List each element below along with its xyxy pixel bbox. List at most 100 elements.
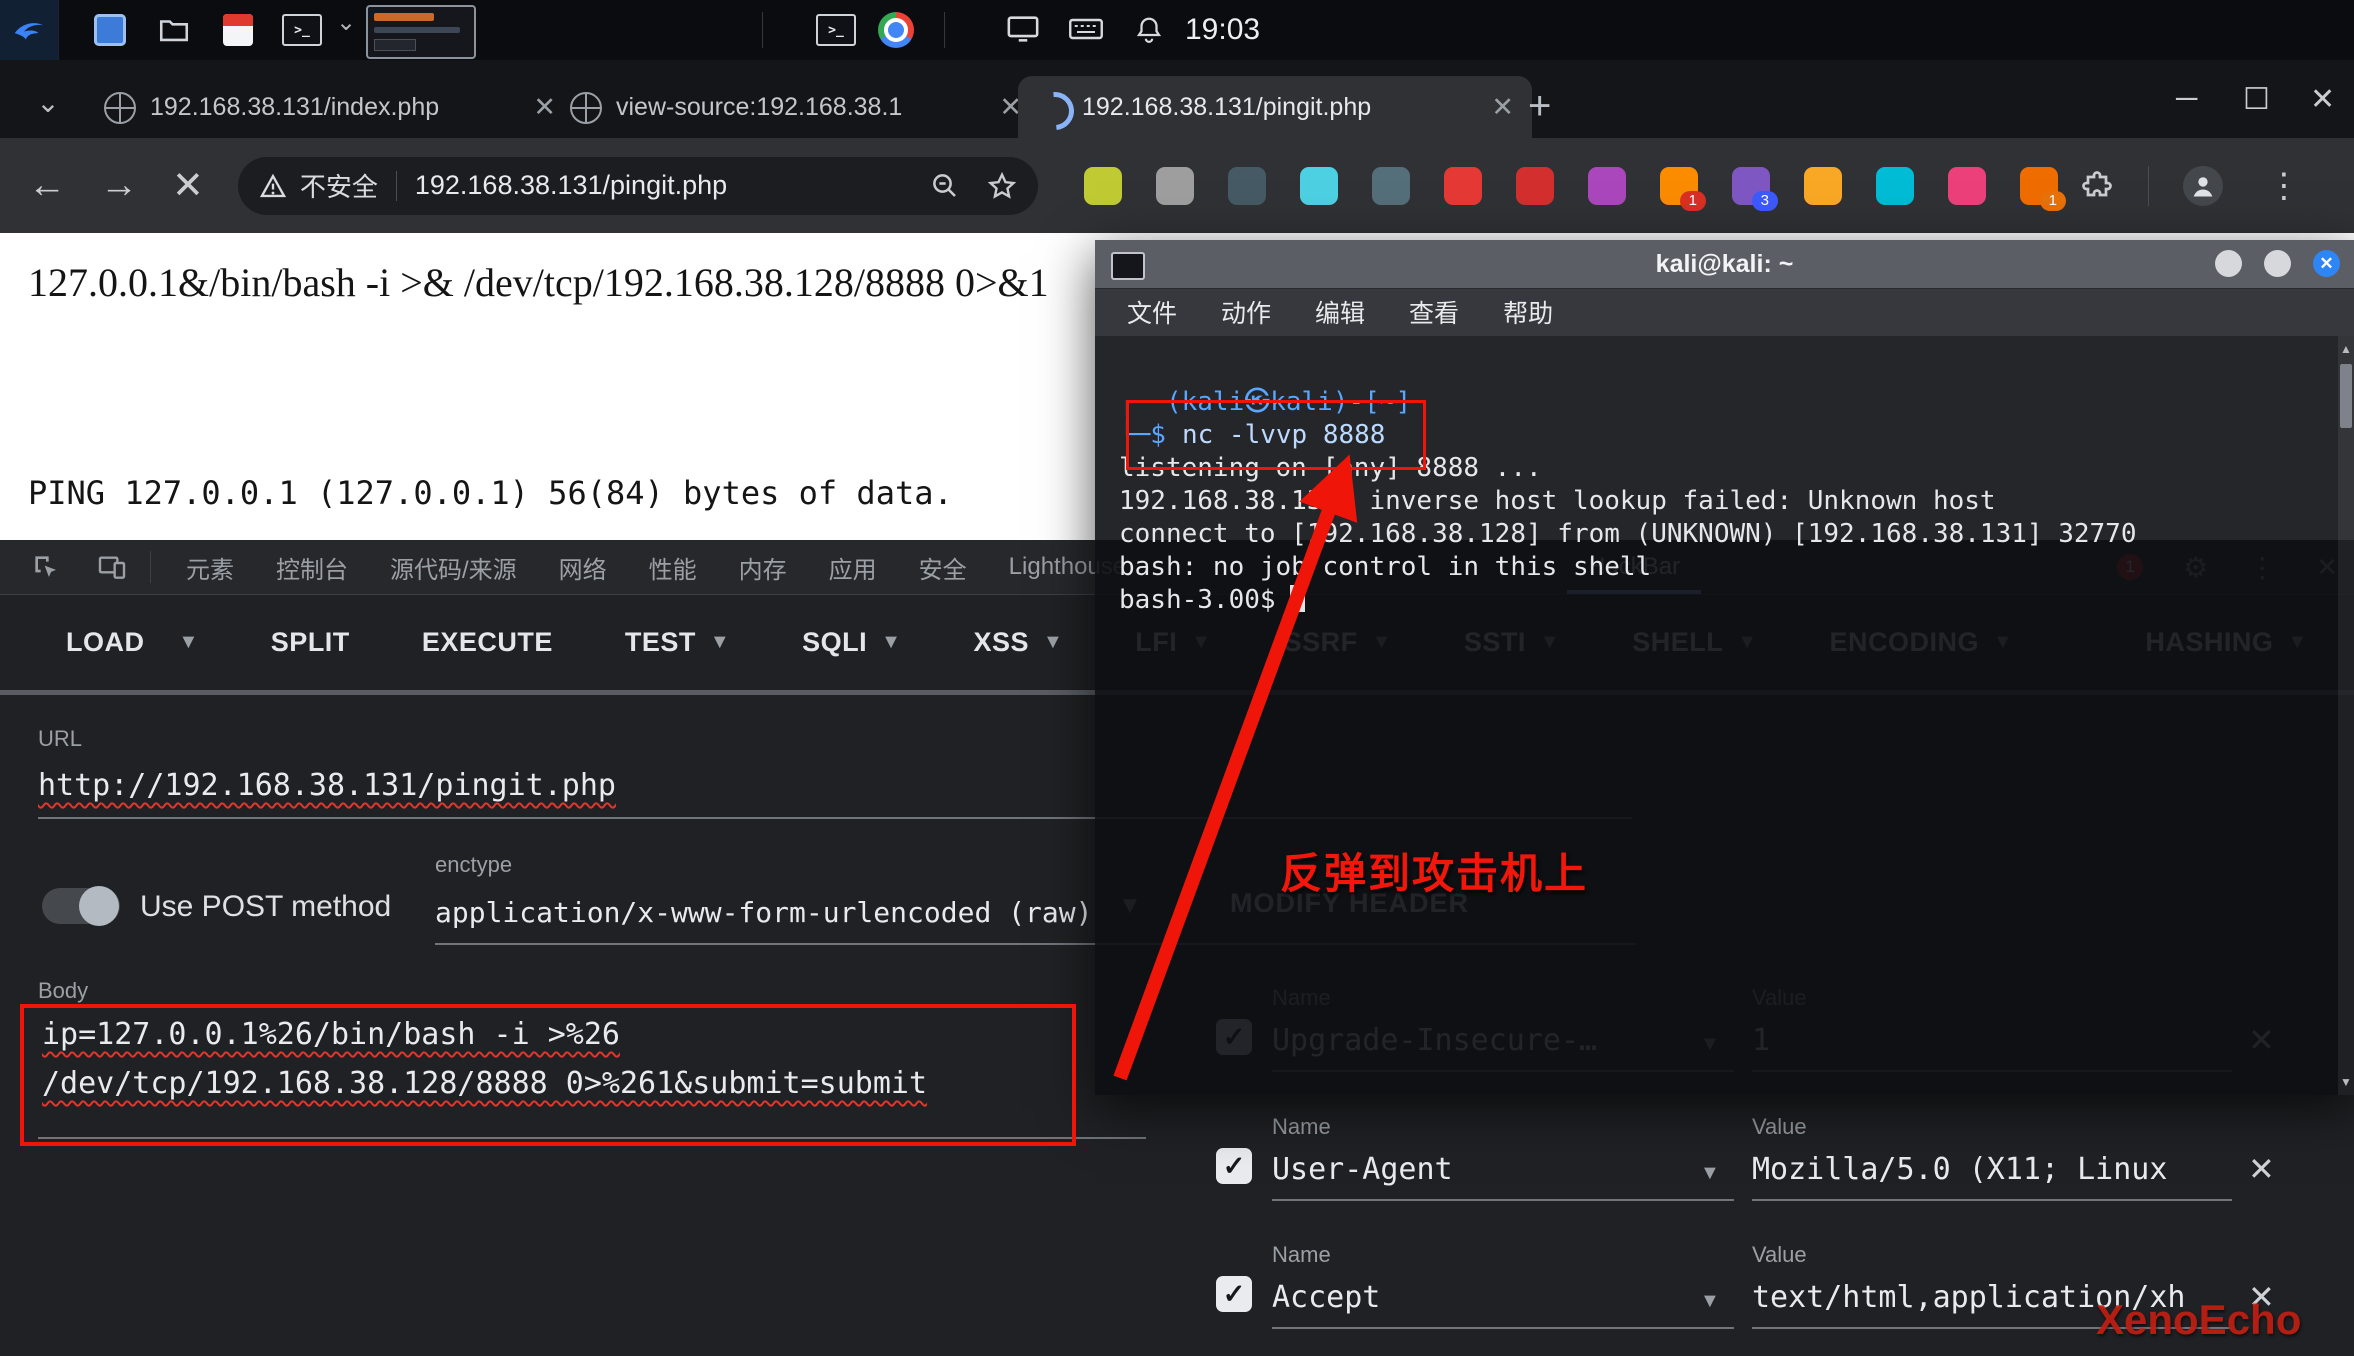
devtools-tab-memory[interactable]: 内存 — [718, 540, 808, 594]
caret-down-icon[interactable]: ▼ — [1700, 1162, 1720, 1185]
taskbar-terminal-button[interactable]: >_ — [278, 6, 326, 54]
extension-icon[interactable]: 3 — [1732, 167, 1770, 205]
devtools-tab-security[interactable]: 安全 — [898, 540, 988, 594]
taskbar: >_ ⌄ >_ 19:03 — [0, 0, 2354, 60]
caret-down-icon[interactable]: ▼ — [1700, 1290, 1720, 1313]
chrome-icon — [878, 12, 914, 48]
window-minimize-button[interactable]: ─ — [2176, 82, 2197, 116]
taskbar-app-window-button[interactable] — [86, 6, 134, 54]
extension-icon[interactable] — [1516, 167, 1554, 205]
devtools-tab-network[interactable]: 网络 — [538, 540, 628, 594]
remove-header-icon[interactable]: ✕ — [2248, 1150, 2275, 1188]
terminal-scrollbar[interactable]: ▲ ▼ — [2338, 336, 2354, 1095]
header-name-field[interactable]: Accept — [1272, 1280, 1734, 1329]
terminal-shortcut[interactable]: >_ — [812, 6, 860, 54]
scroll-down-icon[interactable]: ▼ — [2338, 1075, 2354, 1089]
terminal-window[interactable]: kali@kali: ~ ✕ 文件 动作 编辑 查看 帮助 ┌──(kali㉿k… — [1095, 240, 2354, 1095]
caret-down-icon: ▼ — [710, 631, 730, 654]
hackbar-menu-load[interactable]: LOAD — [66, 627, 145, 658]
keyboard-layout-icon[interactable] — [1068, 14, 1104, 49]
bookmark-star-icon[interactable] — [986, 170, 1018, 202]
extension-icon[interactable] — [1588, 167, 1626, 205]
window-maximize-button[interactable]: ☐ — [2243, 82, 2270, 117]
terminal-menu-actions[interactable]: 动作 — [1221, 294, 1271, 330]
terminal-close-button[interactable]: ✕ — [2313, 250, 2340, 277]
inspect-element-icon[interactable] — [26, 551, 66, 583]
stop-button[interactable]: ✕ — [172, 163, 204, 208]
devtools-tab-performance[interactable]: 性能 — [628, 540, 718, 594]
caret-down-icon: ▼ — [1043, 631, 1063, 654]
hackbar-menu-xss[interactable]: XSS▼ — [973, 627, 1063, 658]
tab-pingit-php[interactable]: 192.168.38.131/pingit.php ✕ — [1018, 76, 1532, 138]
active-window-thumbnail[interactable] — [366, 5, 476, 59]
annotation-box-command — [1126, 400, 1426, 470]
terminal-maximize-button[interactable] — [2264, 250, 2291, 277]
taskbar-separator — [762, 12, 763, 48]
device-toolbar-icon[interactable] — [92, 551, 132, 583]
tab-view-source[interactable]: view-source:192.168.38.1 ✕ — [552, 76, 1040, 138]
tab-close-icon[interactable]: ✕ — [1491, 92, 1514, 123]
chevron-down-icon[interactable]: ⌄ — [336, 8, 356, 37]
hackbar-menu-sqli[interactable]: SQLI▼ — [802, 627, 901, 658]
devtools-tab-sources[interactable]: 源代码/来源 — [369, 540, 538, 594]
taskbar-files-button[interactable] — [150, 6, 198, 54]
caret-down-icon[interactable]: ▼ — [179, 631, 199, 654]
hackbar-menu-test[interactable]: TEST▼ — [625, 627, 730, 658]
extension-icon[interactable] — [1372, 167, 1410, 205]
extension-icon[interactable] — [1300, 167, 1338, 205]
extensions-row: 1 3 1 — [1084, 167, 2058, 205]
kali-menu-button[interactable] — [0, 0, 59, 60]
terminal-minimize-button[interactable] — [2215, 250, 2242, 277]
devtools-tab-application[interactable]: 应用 — [808, 540, 898, 594]
taskbar-editor-button[interactable] — [214, 6, 262, 54]
tab-title: 192.168.38.131/pingit.php — [1082, 93, 1477, 122]
terminal-menu-help[interactable]: 帮助 — [1503, 294, 1553, 330]
tab-index-php[interactable]: 192.168.38.131/index.php ✕ — [86, 76, 574, 138]
caret-down-icon: ▼ — [881, 631, 901, 654]
scrollbar-thumb[interactable] — [2340, 364, 2352, 428]
browser-menu-icon[interactable]: ⋮ — [2267, 166, 2301, 206]
header-value-field[interactable]: Mozilla/5.0 (X11; Linux — [1752, 1152, 2232, 1201]
extension-icon[interactable]: 1 — [1660, 167, 1698, 205]
new-tab-button[interactable]: + — [1528, 84, 1551, 129]
extension-icon[interactable] — [1444, 167, 1482, 205]
extension-icon[interactable]: 1 — [2020, 167, 2058, 205]
extension-icon[interactable] — [1876, 167, 1914, 205]
document-icon — [223, 14, 253, 46]
forward-button[interactable]: → — [100, 164, 138, 207]
hackbar-menu-execute[interactable]: EXECUTE — [422, 627, 553, 658]
terminal-menu-file[interactable]: 文件 — [1127, 294, 1177, 330]
devtools-tab-console[interactable]: 控制台 — [255, 540, 369, 594]
notification-bell-icon[interactable] — [1134, 14, 1164, 51]
url-text[interactable]: 192.168.38.131/pingit.php — [415, 170, 727, 201]
profile-avatar[interactable] — [2183, 166, 2223, 206]
extension-icon[interactable] — [1228, 167, 1266, 205]
security-label[interactable]: 不安全 — [300, 167, 378, 204]
header-name-field[interactable]: User-Agent — [1272, 1152, 1734, 1201]
scroll-up-icon[interactable]: ▲ — [2338, 342, 2354, 356]
back-button[interactable]: ← — [28, 164, 66, 207]
hackbar-menu-split[interactable]: SPLIT — [271, 627, 350, 658]
terminal-menu-edit[interactable]: 编辑 — [1315, 294, 1365, 330]
address-bar[interactable]: 不安全 192.168.38.131/pingit.php — [238, 157, 1038, 215]
devtools-tab-elements[interactable]: 元素 — [165, 540, 255, 594]
browser-toolbar: ← → ✕ 不安全 192.168.38.131/pingit.php 1 3 — [0, 138, 2354, 233]
post-method-toggle[interactable] — [42, 888, 120, 924]
header-checkbox[interactable]: ✓ — [1216, 1276, 1252, 1312]
watermark: XenoEcho — [2096, 1296, 2301, 1344]
extension-icon[interactable] — [1948, 167, 1986, 205]
extensions-puzzle-icon[interactable] — [2082, 168, 2118, 204]
display-settings-icon[interactable] — [1006, 14, 1040, 49]
chrome-shortcut[interactable] — [872, 6, 920, 54]
terminal-title-bar[interactable]: kali@kali: ~ ✕ — [1095, 240, 2354, 289]
tab-search-chevron-icon[interactable]: ⌄ — [26, 80, 70, 124]
header-value-label: Value — [1752, 1242, 1807, 1268]
folder-icon — [157, 13, 191, 47]
zoom-icon[interactable] — [930, 171, 960, 201]
extension-icon[interactable] — [1804, 167, 1842, 205]
terminal-menu-view[interactable]: 查看 — [1409, 294, 1459, 330]
extension-icon[interactable] — [1156, 167, 1194, 205]
header-checkbox[interactable]: ✓ — [1216, 1148, 1252, 1184]
window-close-button[interactable]: ✕ — [2310, 82, 2335, 117]
extension-icon[interactable] — [1084, 167, 1122, 205]
